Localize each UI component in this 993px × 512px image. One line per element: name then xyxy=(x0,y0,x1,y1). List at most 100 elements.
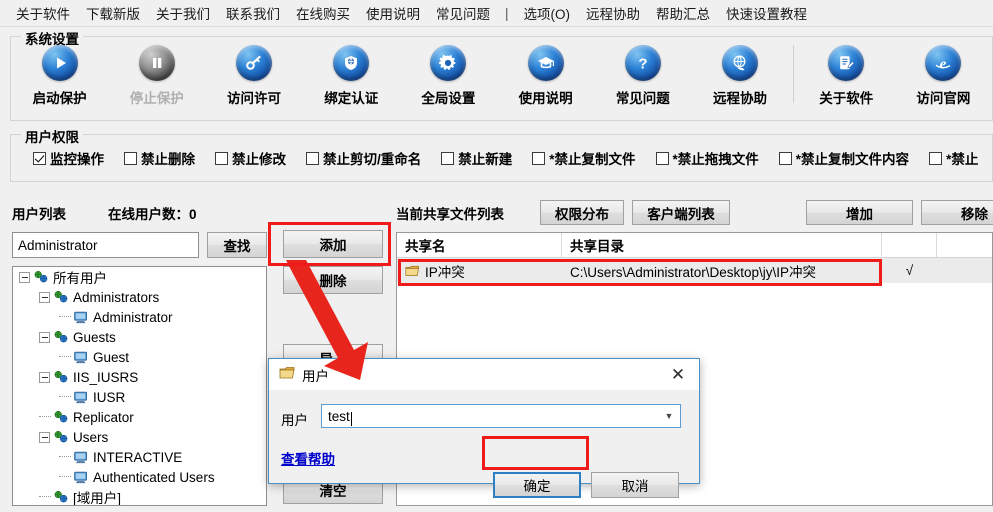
toolbar-button-play[interactable]: 启动保护 xyxy=(11,45,108,107)
find-user-button[interactable]: 查找 xyxy=(207,232,267,258)
toolbar-button-label: 远程协助 xyxy=(713,91,768,106)
checkbox-box[interactable] xyxy=(33,151,46,165)
checkbox-box[interactable] xyxy=(655,151,669,165)
tree-node-label: IUSR xyxy=(93,389,126,405)
permission-checkbox-3[interactable]: 禁止剪切/重命名 xyxy=(306,148,421,168)
tree-node[interactable]: Guest xyxy=(13,347,266,367)
shield-globe-icon xyxy=(333,45,370,81)
client-list-button[interactable]: 客户端列表 xyxy=(632,200,730,225)
menu-item-9[interactable]: 远程协助 xyxy=(578,0,648,26)
menu-item-10[interactable]: 帮助汇总 xyxy=(648,0,718,26)
menu-item-2[interactable]: 关于我们 xyxy=(148,0,218,26)
table-column-header-4[interactable] xyxy=(937,233,992,257)
toolbar-button-gear[interactable]: 全局设置 xyxy=(400,45,497,107)
toolbar-button-document-pen[interactable]: 关于软件 xyxy=(798,45,895,107)
table-column-header-2[interactable]: 共享目录 xyxy=(562,233,882,257)
user-icon xyxy=(73,390,89,404)
graduation-cap-icon xyxy=(527,45,564,81)
document-pen-icon xyxy=(828,45,865,81)
view-help-link[interactable]: 查看帮助 xyxy=(281,448,335,468)
delete-user-button[interactable]: 删除 xyxy=(283,266,383,294)
checkbox-box[interactable] xyxy=(441,151,455,165)
permission-checkbox-7[interactable]: *禁止复制文件内容 xyxy=(778,148,910,168)
table-column-header-3[interactable] xyxy=(882,233,937,257)
tree-node[interactable]: Users xyxy=(13,427,266,447)
remove-share-button[interactable]: 移除 xyxy=(921,200,993,225)
collapse-icon[interactable] xyxy=(19,271,30,283)
user-tree[interactable]: 所有用户 Administrators Administrator Guests Gue… xyxy=(12,266,267,506)
permission-checkbox-1[interactable]: 禁止删除 xyxy=(124,148,195,168)
toolbar-button-question-mark[interactable]: ? 常见问题 xyxy=(594,45,691,107)
tree-node[interactable]: [域用户] xyxy=(13,487,266,505)
toolbar-button-shield-globe[interactable]: 绑定认证 xyxy=(303,45,400,107)
dialog-ok-button[interactable]: 确定 xyxy=(493,472,581,498)
internet-explorer-icon: e xyxy=(925,45,962,81)
menu-item-5[interactable]: 使用说明 xyxy=(358,0,428,26)
toolbar-button-label: 停止保护 xyxy=(129,91,184,106)
permission-checkbox-6[interactable]: *禁止拖拽文件 xyxy=(655,148,759,168)
tree-connector xyxy=(59,356,71,358)
user-combobox[interactable]: test ▼ xyxy=(321,404,681,428)
toolbar-button-internet-explorer[interactable]: e 访问官网 xyxy=(895,45,992,107)
permission-checkbox-2[interactable]: 禁止修改 xyxy=(215,148,286,168)
tree-connector xyxy=(59,456,71,458)
checkbox-box[interactable] xyxy=(532,151,546,165)
table-column-header-1[interactable]: 共享名 xyxy=(397,233,562,257)
folder-icon xyxy=(405,265,420,277)
menu-item-6[interactable]: 常见问题 xyxy=(428,0,498,26)
folder-icon xyxy=(279,366,296,383)
checkbox-label: 禁止剪切/重命名 xyxy=(323,152,422,167)
chevron-down-icon[interactable]: ▼ xyxy=(658,411,680,421)
tree-node[interactable]: Administrator xyxy=(13,307,266,327)
tree-node[interactable]: IUSR xyxy=(13,387,266,407)
toolbar-button-label: 全局设置 xyxy=(421,91,476,106)
tree-node[interactable]: Administrators xyxy=(13,287,266,307)
tree-node[interactable]: IIS_IUSRS xyxy=(13,367,266,387)
close-icon[interactable]: ✕ xyxy=(663,362,693,388)
collapse-icon[interactable] xyxy=(39,331,50,343)
checkbox-box[interactable] xyxy=(306,151,319,165)
checkbox-box[interactable] xyxy=(124,151,137,165)
collapse-icon[interactable] xyxy=(39,371,50,383)
menu-item-3[interactable]: 联系我们 xyxy=(218,0,288,26)
user-search-input[interactable] xyxy=(12,232,199,258)
tree-node[interactable]: Guests xyxy=(13,327,266,347)
checkbox-label: *禁止复制文件内容 xyxy=(795,152,910,167)
system-settings-title: 系统设置 xyxy=(21,28,83,48)
tree-node-label: IIS_IUSRS xyxy=(73,369,139,385)
toolbar-button-graduation-cap[interactable]: 使用说明 xyxy=(497,45,594,107)
tree-node[interactable]: INTERACTIVE xyxy=(13,447,266,467)
menu-item-11[interactable]: 快速设置教程 xyxy=(718,0,815,26)
tree-connector xyxy=(59,396,71,398)
permission-checkbox-0[interactable]: 监控操作 xyxy=(33,148,104,168)
tree-node[interactable]: Replicator xyxy=(13,407,266,427)
checkbox-box[interactable] xyxy=(929,151,943,165)
online-user-count: 在线用户数：0 xyxy=(108,207,197,222)
tree-node-label: Administrator xyxy=(93,309,173,325)
add-user-button[interactable]: 添加 xyxy=(283,230,383,258)
permission-distribution-button[interactable]: 权限分布 xyxy=(540,200,624,225)
checkbox-label: *禁止复制文件 xyxy=(549,152,636,167)
toolbar-button-globe-hand[interactable]: 远程协助 xyxy=(691,45,788,107)
tree-node-label: Guests xyxy=(73,329,116,345)
user-combobox-value: test xyxy=(322,409,658,426)
menu-item-4[interactable]: 在线购买 xyxy=(288,0,358,26)
checkbox-box[interactable] xyxy=(778,151,792,165)
dialog-cancel-button[interactable]: 取消 xyxy=(591,472,679,498)
add-share-button[interactable]: 增加 xyxy=(806,200,913,225)
toolbar-button-key[interactable]: 访问许可 xyxy=(205,45,302,107)
tree-node[interactable]: 所有用户 xyxy=(13,267,266,287)
menu-item-0[interactable]: 关于软件 xyxy=(8,0,78,26)
menu-item-1[interactable]: 下载新版 xyxy=(78,0,148,26)
permission-checkbox-4[interactable]: 禁止新建 xyxy=(441,148,512,168)
permission-checkbox-8[interactable]: *禁止 xyxy=(929,148,978,168)
permission-checkbox-5[interactable]: *禁止复制文件 xyxy=(532,148,636,168)
menu-bar: 关于软件 下载新版 关于我们 联系我们 在线购买 使用说明 常见问题 | 选项(O) 远程协助 帮助… xyxy=(0,0,993,27)
tree-node[interactable]: Authenticated Users xyxy=(13,467,266,487)
menu-item-8[interactable]: 选项(O) xyxy=(516,0,579,26)
table-row[interactable]: IP冲突 C:\Users\Administrator\Desktop\jy\IP… xyxy=(397,258,992,283)
key-icon xyxy=(236,45,272,81)
checkbox-box[interactable] xyxy=(215,151,228,165)
collapse-icon[interactable] xyxy=(39,291,50,303)
collapse-icon[interactable] xyxy=(39,431,50,443)
